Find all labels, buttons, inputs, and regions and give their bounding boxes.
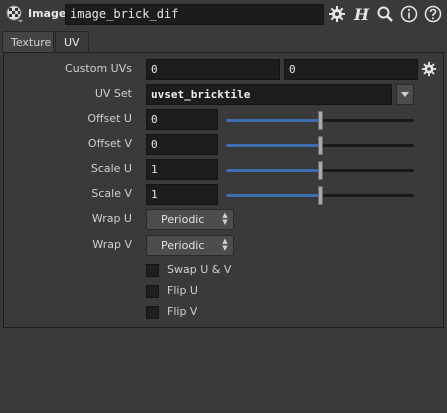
scale-v-label: Scale V xyxy=(91,187,132,200)
updown-arrows-icon: ▲ ▼ xyxy=(222,211,228,226)
custom-uvs-label: Custom UVs xyxy=(65,62,132,75)
gear-icon[interactable] xyxy=(327,4,347,24)
offset-u-field[interactable]: 0 xyxy=(146,109,218,130)
custom-uvs-field-1[interactable]: 0 xyxy=(146,59,280,80)
offset-v-label: Offset V xyxy=(87,137,132,150)
updown-arrows-icon: ▲ ▼ xyxy=(222,237,228,252)
flip-u-checkbox[interactable] xyxy=(146,285,159,298)
flip-v-checkbox[interactable] xyxy=(146,306,159,319)
uv-set-menu-button[interactable] xyxy=(396,84,414,105)
scale-v-field[interactable]: 1 xyxy=(146,184,218,205)
flip-u-row: Flip U xyxy=(4,282,445,304)
offset-v-row: Offset V 0 xyxy=(4,134,445,156)
swap-uv-checkbox[interactable] xyxy=(146,264,159,277)
wrap-v-value: Periodic xyxy=(161,239,205,252)
scale-v-slider-fill xyxy=(226,194,320,197)
flip-v-label: Flip V xyxy=(167,305,198,318)
wrap-u-dropdown[interactable]: Periodic ▲ ▼ xyxy=(146,209,234,230)
custom-uvs-field-2[interactable]: 0 xyxy=(284,59,418,80)
wrap-u-value: Periodic xyxy=(161,213,205,226)
scale-u-slider[interactable] xyxy=(226,161,414,180)
offset-u-label: Offset U xyxy=(87,112,132,125)
offset-v-field[interactable]: 0 xyxy=(146,134,218,155)
uv-set-label: UV Set xyxy=(94,87,132,100)
wrap-v-row: Wrap V Periodic ▲ ▼ xyxy=(4,235,445,257)
scale-u-slider-fill xyxy=(226,169,320,172)
gear-icon[interactable] xyxy=(421,61,439,79)
scale-u-label: Scale U xyxy=(90,162,132,175)
wrap-u-row: Wrap U Periodic ▲ ▼ xyxy=(4,209,445,231)
info-icon[interactable] xyxy=(399,4,419,24)
custom-uvs-row: Custom UVs 0 0 xyxy=(4,59,445,81)
checker-icon[interactable] xyxy=(6,5,24,23)
offset-u-slider-fill xyxy=(226,119,320,122)
flip-v-row: Flip V xyxy=(4,303,445,325)
scale-v-slider-handle[interactable] xyxy=(318,186,323,205)
chevron-down-icon xyxy=(401,92,409,97)
node-type-label: Image xyxy=(28,7,67,20)
tab-uv[interactable]: UV xyxy=(55,31,89,53)
search-icon[interactable] xyxy=(375,4,395,24)
wrap-v-dropdown[interactable]: Periodic ▲ ▼ xyxy=(146,235,234,256)
offset-v-slider-fill xyxy=(226,144,320,147)
wrap-u-label: Wrap U xyxy=(91,212,132,225)
offset-u-slider-handle[interactable] xyxy=(318,111,323,130)
wrap-v-label: Wrap V xyxy=(92,238,132,251)
scale-v-slider[interactable] xyxy=(226,186,414,205)
swap-uv-label: Swap U & V xyxy=(167,263,232,276)
swap-uv-row: Swap U & V xyxy=(4,261,445,283)
offset-u-row: Offset U 0 xyxy=(4,109,445,131)
offset-u-slider[interactable] xyxy=(226,111,414,130)
flip-u-label: Flip U xyxy=(167,284,198,297)
offset-v-slider[interactable] xyxy=(226,136,414,155)
houdini-h-icon[interactable]: H xyxy=(351,4,371,24)
svg-text:H: H xyxy=(353,5,370,23)
scale-u-slider-handle[interactable] xyxy=(318,161,323,180)
help-icon[interactable] xyxy=(423,4,443,24)
uv-set-field[interactable]: uvset_bricktile xyxy=(146,84,392,105)
uv-parameters-panel: Custom UVs 0 0 UV Set uvset_bricktile Of… xyxy=(3,52,444,328)
offset-v-slider-handle[interactable] xyxy=(318,136,323,155)
scale-u-field[interactable]: 1 xyxy=(146,159,218,180)
uv-set-row: UV Set uvset_bricktile xyxy=(4,84,445,106)
scale-v-row: Scale V 1 xyxy=(4,184,445,206)
scale-u-row: Scale U 1 xyxy=(4,159,445,181)
node-name-field[interactable]: image_brick_dif xyxy=(65,4,324,25)
tab-texture[interactable]: Texture xyxy=(2,31,54,53)
parameter-header: Image image_brick_dif H xyxy=(0,0,447,28)
